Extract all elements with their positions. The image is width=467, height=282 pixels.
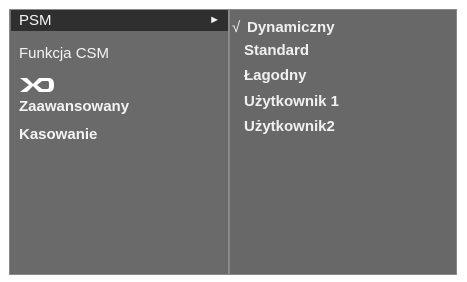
xd-logo-icon[interactable] — [19, 76, 55, 94]
option-dynamiczny[interactable]: √ Dynamiczny — [232, 17, 335, 38]
option-label: Użytkownik 1 — [244, 93, 340, 110]
option-label: Standard — [244, 42, 310, 59]
menu-item-label: Kasowanie — [19, 126, 98, 143]
option-label: Łagodny — [244, 67, 307, 84]
menu-item-label: Funkcja CSM — [19, 45, 110, 62]
checkmark-icon: √ — [232, 19, 241, 36]
left-menu-pane: PSM ► Funkcja CSM Zaawansowany Kasowanie — [10, 10, 229, 274]
option-standard[interactable]: Standard — [244, 40, 309, 61]
option-lagodny[interactable]: Łagodny — [244, 65, 307, 86]
submenu-arrow-icon: ► — [209, 14, 220, 26]
right-options-pane: √ Dynamiczny Standard Łagodny Użytkownik … — [230, 10, 456, 274]
menu-item-csm[interactable]: Funkcja CSM — [11, 43, 228, 64]
menu-item-label: PSM — [19, 12, 52, 29]
option-label: Użytkownik2 — [244, 118, 335, 135]
menu-item-label: Zaawansowany — [19, 98, 130, 115]
option-uzytkownik-1[interactable]: Użytkownik 1 — [244, 91, 339, 112]
menu-item-reset[interactable]: Kasowanie — [11, 124, 228, 145]
option-label: Dynamiczny — [247, 19, 335, 36]
option-uzytkownik-2[interactable]: Użytkownik2 — [244, 116, 335, 137]
menu-item-advanced[interactable]: Zaawansowany — [11, 96, 228, 117]
osd-menu-window: PSM ► Funkcja CSM Zaawansowany Kasowanie… — [9, 9, 457, 275]
xd-logo-svg — [20, 78, 54, 92]
menu-item-psm[interactable]: PSM ► — [11, 10, 228, 31]
